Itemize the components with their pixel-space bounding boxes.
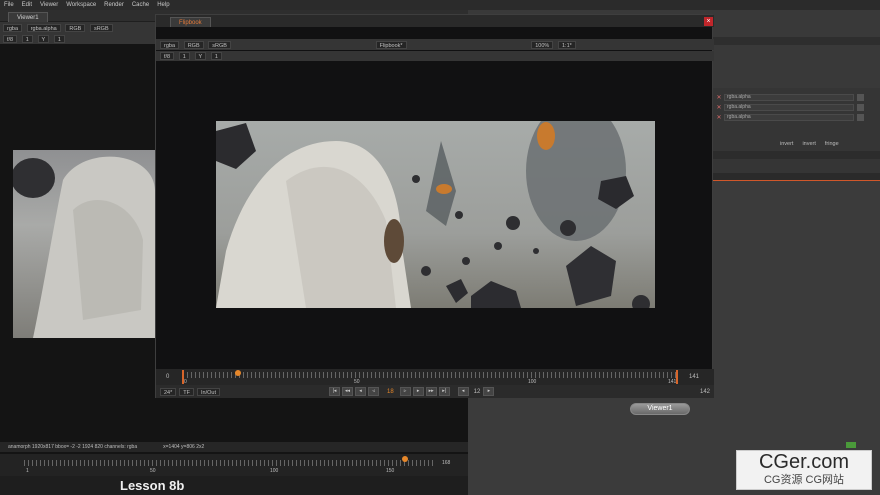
fstop-field[interactable]: f/8 [3, 35, 18, 43]
gamma-label: Y [37, 35, 50, 43]
fb-playhead[interactable] [235, 370, 241, 376]
node-small-green[interactable] [846, 442, 856, 448]
watermark: CGer.com CG资源 CG网站 [736, 450, 872, 490]
next-key-button[interactable]: ▸▸ [425, 387, 437, 396]
fb-colorspace-select[interactable]: sRGB [208, 41, 231, 49]
prev-key-button[interactable]: ◂◂ [341, 387, 353, 396]
channel-row-3: ✕ rgba.alpha [714, 113, 864, 122]
invert-button-2[interactable]: invert [802, 141, 815, 150]
alpha-select[interactable]: rgba.alpha [26, 24, 61, 32]
channel-field[interactable]: rgba.alpha [724, 94, 854, 101]
channel-row-toggle[interactable] [857, 114, 864, 121]
left-tl-mark-150: 150 [386, 468, 395, 474]
channel-field[interactable]: rgba.alpha [724, 104, 854, 111]
channel-row-1: ✕ rgba.alpha [714, 93, 864, 102]
channel-select[interactable]: rgba [3, 24, 23, 32]
invert-button[interactable]: invert [780, 141, 793, 150]
left-timeline-ruler [24, 460, 434, 466]
channel-field[interactable]: rgba.alpha [724, 114, 854, 121]
fb-frame-start: 0 [166, 374, 170, 380]
left-timeline[interactable]: 1 50 100 150 168 [0, 454, 468, 476]
flipbook-toolbar: rgba RGB sRGB Flipbook* 100% 1:1* [156, 39, 714, 50]
menu-item-workspace[interactable]: Workspace [66, 2, 96, 8]
flipbook-frame-controls: f/8 1 Y 1 [156, 51, 714, 61]
fb-fps-select[interactable]: 24* [160, 387, 177, 396]
properties-rows: ✕ rgba.alpha ✕ rgba.alpha ✕ rgba.alpha [714, 93, 864, 123]
left-tl-mark-50: 50 [150, 468, 156, 474]
fb-zoom-select[interactable]: 100% [531, 41, 554, 49]
menu-item-help[interactable]: Help [157, 2, 169, 8]
lesson-title: Lesson 8b [120, 478, 185, 493]
menu-item-cache[interactable]: Cache [132, 2, 149, 8]
colorspace-select[interactable]: sRGB [89, 24, 113, 32]
current-frame[interactable]: 18 [387, 389, 394, 395]
flipbook-tab-label: Flipbook [179, 20, 202, 26]
flipbook-transport: 24* TF In/Out |◂ ◂◂ ◂ ◃ 18 ▹ ▸ ▸▸ ▸| ◂ 1… [156, 385, 714, 398]
channel-row-toggle[interactable] [857, 94, 864, 101]
step-size-plus[interactable]: ▸ [483, 387, 495, 396]
gamma-field[interactable]: 1 [53, 35, 65, 43]
flipbook-window: Flipbook × rgba RGB sRGB Flipbook* 100% … [155, 14, 714, 398]
tab-viewer1[interactable]: Viewer1 [8, 12, 48, 22]
flipbook-titlebar: Flipbook × [156, 15, 714, 27]
flipbook-timeline[interactable]: 0 0 50 100 141 141 [156, 369, 714, 385]
fb-rgb-select[interactable]: RGB [183, 41, 204, 49]
fb-tf-select[interactable]: TF [179, 387, 194, 396]
rgb-select[interactable]: RGB [65, 24, 86, 32]
step-back-button[interactable]: ◃ [367, 387, 379, 396]
viewer-node-label: Viewer1 [647, 405, 673, 412]
first-frame-button[interactable]: |◂ [328, 387, 340, 396]
play-back-button[interactable]: ◂ [354, 387, 366, 396]
menu-item-render[interactable]: Render [104, 2, 124, 8]
play-button[interactable]: ▸ [412, 387, 424, 396]
fb-gamma-label: Y [194, 52, 207, 60]
flipbook-image [216, 121, 655, 308]
step-forward-button[interactable]: ▹ [399, 387, 411, 396]
step-size-minus[interactable]: ◂ [457, 387, 469, 396]
fb-fstop-field[interactable]: f/8 [160, 52, 175, 60]
node-toolbar [712, 173, 880, 181]
channel-row-toggle[interactable] [857, 104, 864, 111]
channel-row-2: ✕ rgba.alpha [714, 103, 864, 112]
viewer-node[interactable]: Viewer1 [630, 403, 690, 415]
left-tl-end-frame: 168 [442, 460, 451, 466]
fb-ratio-select[interactable]: 1:1* [557, 41, 576, 49]
fb-flipbook-select[interactable]: Flipbook* [375, 41, 407, 49]
watermark-subtitle: CG资源 CG网站 [763, 474, 845, 486]
menu-item-viewer[interactable]: Viewer [40, 2, 58, 8]
gain-field[interactable]: 1 [21, 35, 33, 43]
tab-flipbook[interactable]: Flipbook [170, 17, 211, 27]
fb-timeline-ruler [183, 372, 678, 378]
fb-gamma-field[interactable]: 1 [210, 52, 222, 60]
left-playhead[interactable] [402, 456, 408, 462]
channel-row-x-icon[interactable]: ✕ [714, 104, 724, 111]
fringe-button[interactable]: fringe [825, 141, 839, 150]
properties-buttons: invert invert fringe [780, 141, 880, 150]
step-size-value[interactable]: 12 [474, 389, 481, 395]
left-transport-bar: Lesson 8b [0, 476, 468, 495]
channel-row-x-icon[interactable]: ✕ [714, 114, 724, 121]
left-viewer-statusbar: anamorph 1920x817 bbox= -2 -2 1924 820 c… [0, 442, 468, 452]
menu-item-file[interactable]: File [4, 2, 14, 8]
left-tl-mark-1: 1 [26, 468, 29, 474]
channel-row-x-icon[interactable]: ✕ [714, 94, 724, 101]
fb-frame-last: 142 [699, 388, 710, 395]
close-icon[interactable]: × [704, 17, 713, 26]
left-tl-mark-100: 100 [270, 468, 279, 474]
format-info: anamorph 1920x817 bbox= -2 -2 1924 820 c… [8, 444, 138, 450]
menu-bar: File Edit Viewer Workspace Render Cache Help [0, 0, 880, 10]
menu-item-edit[interactable]: Edit [22, 2, 32, 8]
fb-channel-select[interactable]: rgba [160, 41, 180, 49]
properties-slider[interactable] [712, 151, 880, 159]
fb-mode-select[interactable]: In/Out [197, 387, 220, 396]
properties-header [712, 37, 880, 45]
last-frame-button[interactable]: ▸| [438, 387, 450, 396]
fb-gain-field[interactable]: 1 [178, 52, 190, 60]
fb-frame-end: 141 [689, 374, 700, 380]
left-viewer-image [13, 150, 155, 338]
watermark-title: CGer.com [758, 451, 850, 473]
cursor-coords: x=1404 y=806 2x2 [163, 444, 205, 450]
